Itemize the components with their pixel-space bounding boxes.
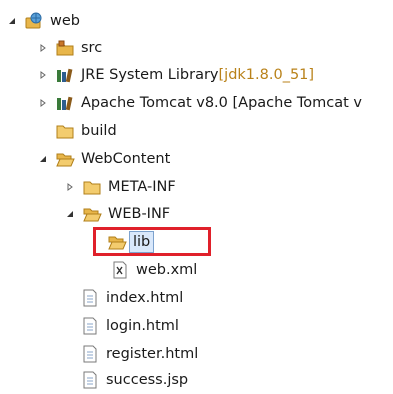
folder-open-icon — [107, 233, 127, 251]
web-project-icon — [24, 12, 44, 30]
file-icon — [80, 289, 100, 307]
tree-item-decoration: [jdk1.8.0_51] — [218, 67, 315, 83]
tree-item-apache-tomcat[interactable]: Apache Tomcat v8.0 [Apache Tomcat v — [37, 89, 362, 117]
tree-item-web[interactable]: web — [6, 7, 80, 35]
collapsed-arrow-icon[interactable] — [64, 181, 76, 193]
tree-item-web-xml[interactable]: web.xml — [110, 256, 197, 284]
file-icon — [80, 317, 100, 335]
tree-item-register-html[interactable]: register.html — [80, 340, 198, 368]
folder-icon — [82, 178, 102, 196]
collapsed-arrow-icon[interactable] — [37, 42, 49, 54]
collapsed-arrow-icon[interactable] — [37, 69, 49, 81]
tree-item-label: success.jsp — [106, 372, 189, 388]
tree-item-label: Apache Tomcat v8.0 [Apache Tomcat v — [81, 95, 362, 111]
tree-item-label: lib — [129, 231, 155, 253]
tree-item-label: index.html — [106, 290, 184, 306]
tree-item-index-html[interactable]: index.html — [80, 284, 183, 312]
tree-item-label: build — [81, 123, 117, 139]
file-icon — [80, 345, 100, 363]
expanded-arrow-icon[interactable] — [64, 208, 76, 220]
folder-open-icon — [82, 205, 102, 223]
library-icon — [55, 94, 75, 112]
tree-item-meta-inf[interactable]: META-INF — [64, 173, 176, 201]
tree-item-build[interactable]: build — [55, 117, 117, 145]
collapsed-arrow-icon[interactable] — [37, 97, 49, 109]
folder-open-icon — [55, 150, 75, 168]
tree-item-label: web.xml — [136, 262, 198, 278]
source-folder-icon — [55, 39, 75, 57]
tree-item-label: login.html — [106, 318, 179, 334]
tree-item-login-html[interactable]: login.html — [80, 312, 179, 340]
tree-item-webcontent[interactable]: WebContent — [37, 145, 170, 173]
xml-file-icon — [110, 261, 130, 279]
tree-item-lib[interactable]: lib — [107, 228, 155, 256]
expanded-arrow-icon[interactable] — [37, 153, 49, 165]
file-icon — [80, 371, 100, 389]
tree-item-label: WEB-INF — [108, 206, 171, 222]
expanded-arrow-icon[interactable] — [6, 15, 18, 27]
tree-item-web-inf[interactable]: WEB-INF — [64, 200, 170, 228]
tree-item-label: register.html — [106, 346, 199, 362]
project-explorer-tree: web src JRE System Library [jdk1.8.0_51] — [0, 0, 393, 392]
tree-item-label: src — [81, 40, 103, 56]
tree-item-label: JRE System Library — [81, 67, 219, 83]
library-icon — [55, 66, 75, 84]
tree-item-jre-system-library[interactable]: JRE System Library [jdk1.8.0_51] — [37, 61, 314, 89]
tree-item-src[interactable]: src — [37, 34, 102, 62]
tree-item-label: web — [50, 13, 80, 29]
tree-item-label: WebContent — [81, 151, 171, 167]
tree-item-success-jsp[interactable]: success.jsp — [80, 366, 188, 394]
tree-item-label: META-INF — [108, 179, 176, 195]
folder-icon — [55, 122, 75, 140]
